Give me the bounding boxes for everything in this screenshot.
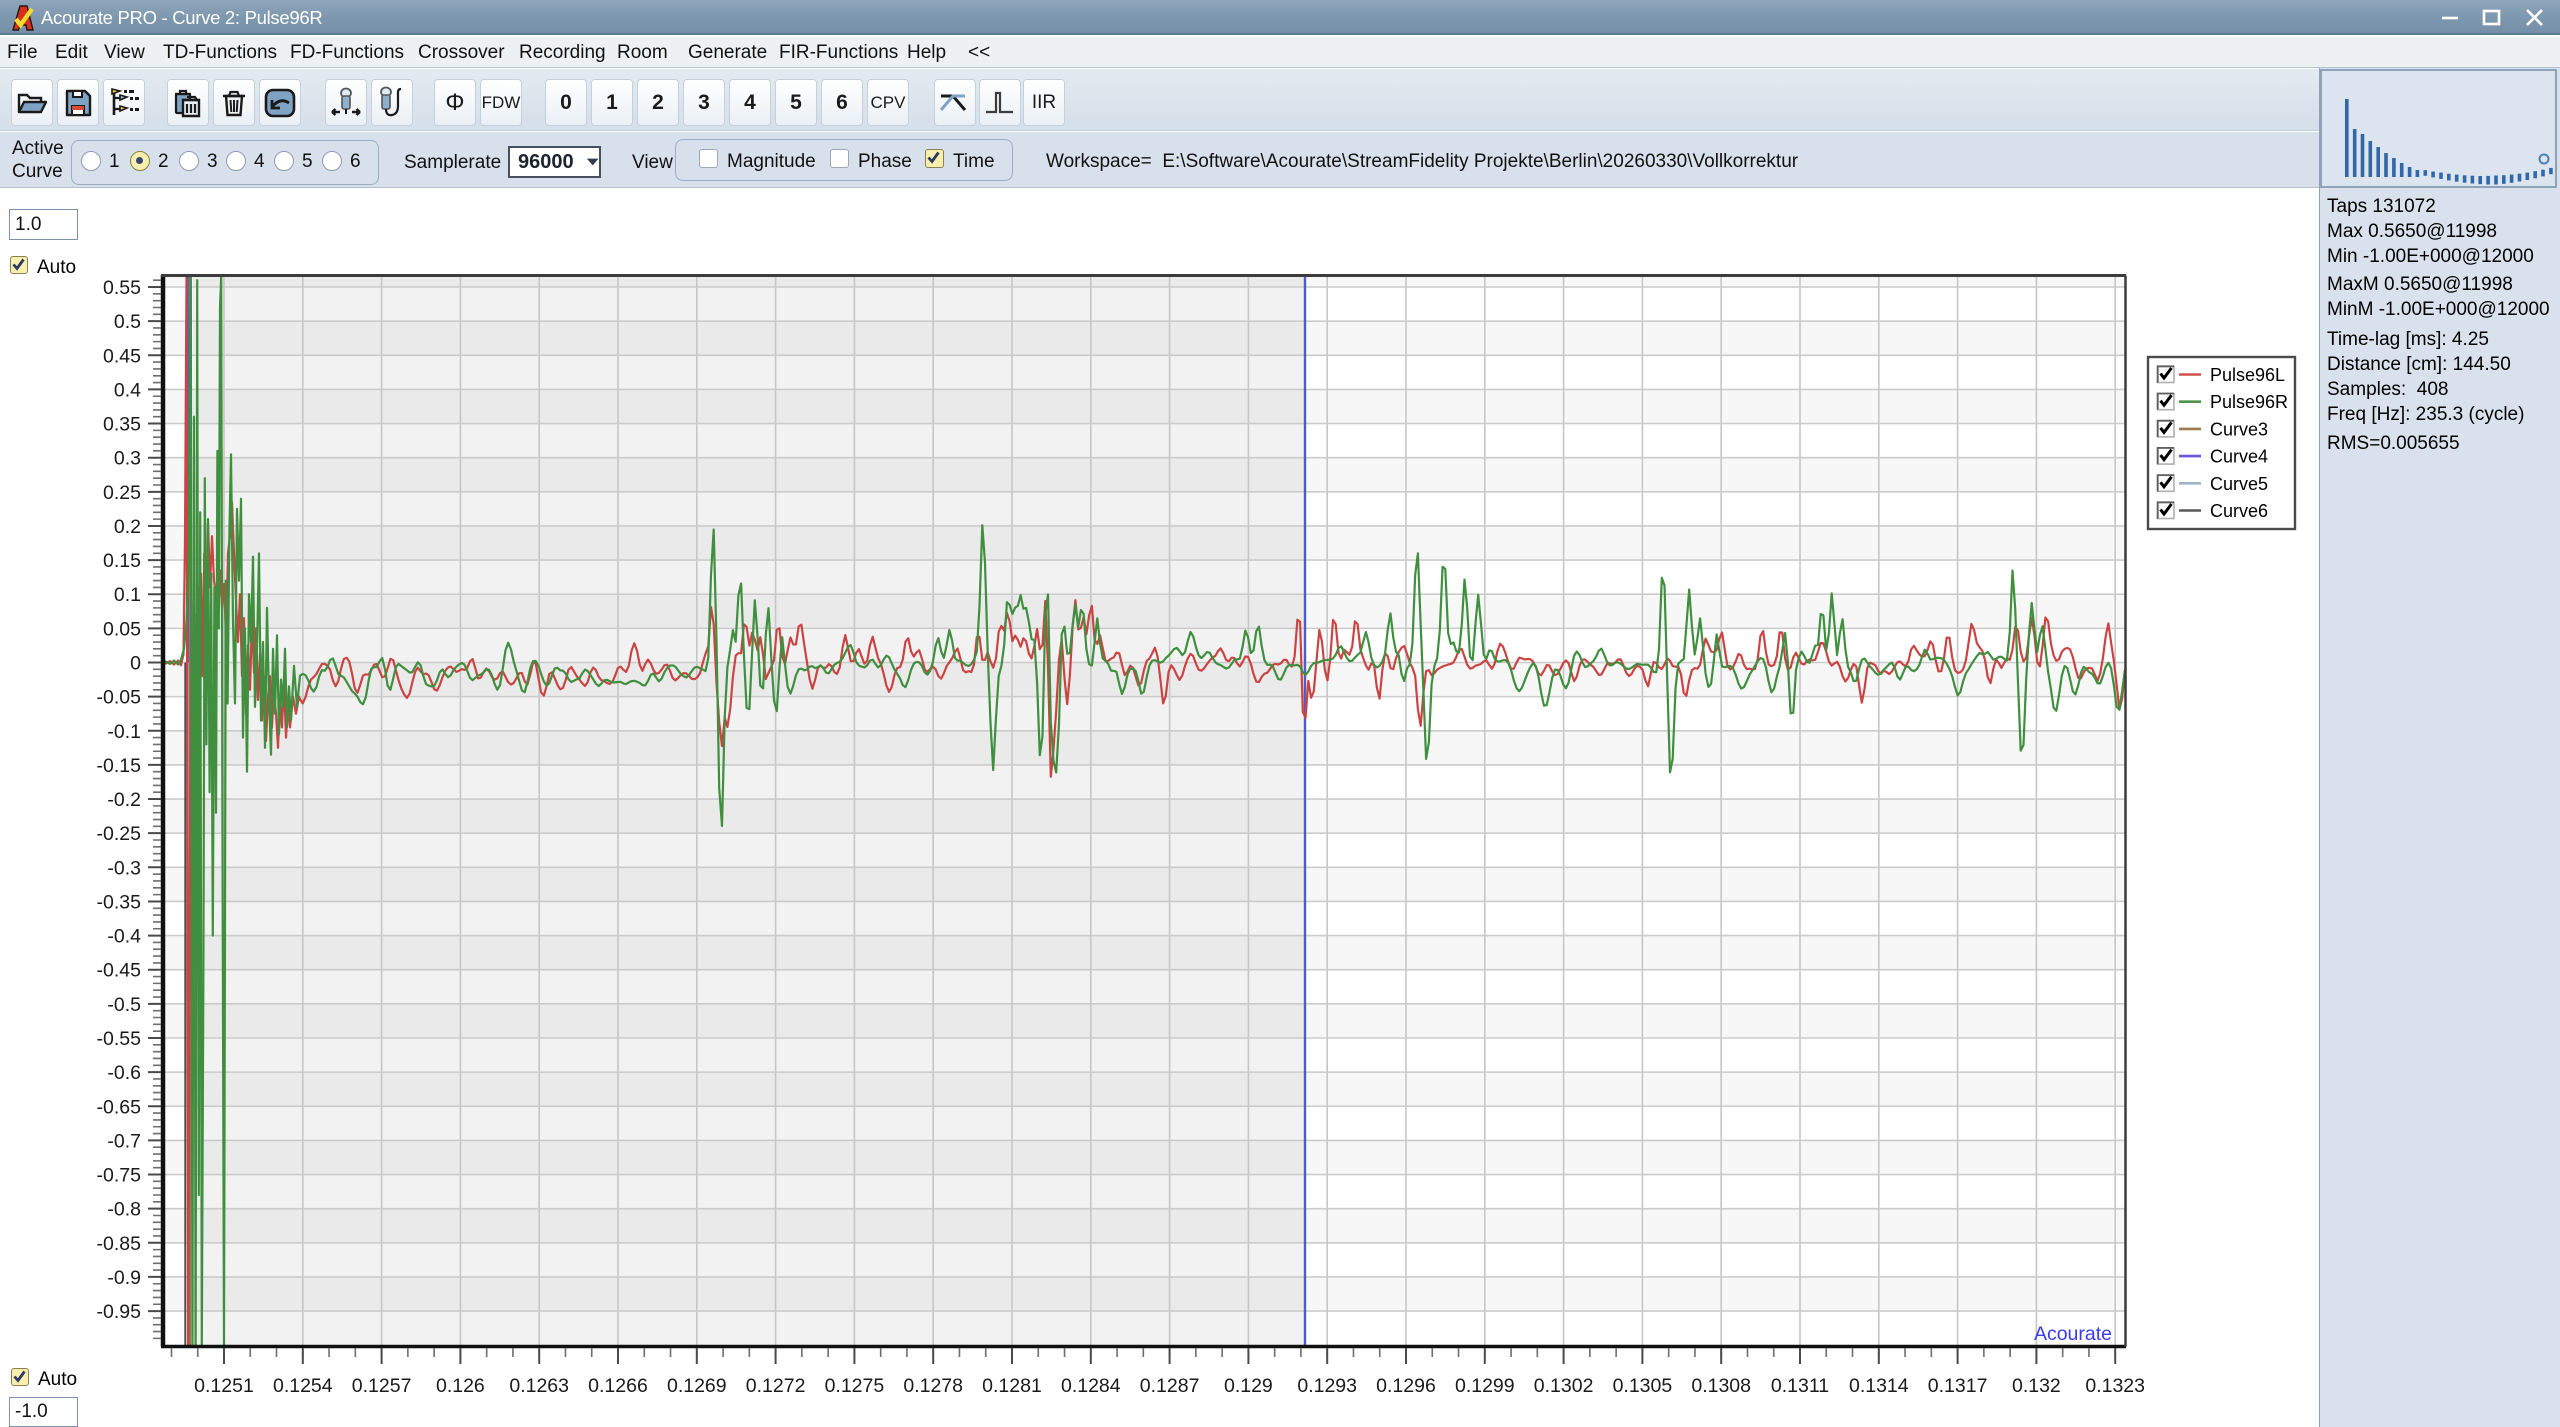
svg-text:0.55: 0.55	[103, 277, 141, 299]
svg-text:0: 0	[130, 653, 141, 675]
svg-text:0.1: 0.1	[114, 584, 141, 606]
svg-text:0.1296: 0.1296	[1376, 1375, 1436, 1397]
svg-text:0.1278: 0.1278	[903, 1375, 963, 1397]
svg-text:Acourate: Acourate	[2034, 1323, 2112, 1345]
svg-text:Pulse96L: Pulse96L	[2210, 365, 2285, 385]
svg-text:-0.9: -0.9	[107, 1267, 141, 1289]
svg-text:0.1299: 0.1299	[1455, 1375, 1515, 1397]
svg-text:-0.45: -0.45	[97, 960, 142, 982]
svg-text:0.1293: 0.1293	[1297, 1375, 1357, 1397]
svg-text:Curve4: Curve4	[2210, 447, 2268, 467]
svg-text:0.132: 0.132	[2012, 1375, 2061, 1397]
svg-text:Pulse96R: Pulse96R	[2210, 392, 2288, 412]
svg-text:-0.85: -0.85	[97, 1233, 142, 1255]
svg-text:0.1251: 0.1251	[194, 1375, 254, 1397]
svg-text:-0.6: -0.6	[107, 1062, 141, 1084]
svg-text:-0.7: -0.7	[107, 1130, 141, 1152]
svg-text:-0.65: -0.65	[97, 1096, 142, 1118]
svg-text:0.1269: 0.1269	[667, 1375, 727, 1397]
svg-text:0.25: 0.25	[103, 482, 141, 504]
svg-text:0.1257: 0.1257	[352, 1375, 412, 1397]
svg-text:-0.05: -0.05	[97, 687, 142, 709]
svg-text:-0.95: -0.95	[97, 1301, 142, 1323]
svg-text:0.1287: 0.1287	[1140, 1375, 1200, 1397]
svg-text:0.1317: 0.1317	[1928, 1375, 1988, 1397]
svg-text:0.1263: 0.1263	[509, 1375, 569, 1397]
svg-text:0.1266: 0.1266	[588, 1375, 648, 1397]
svg-text:-0.1: -0.1	[107, 721, 141, 743]
svg-text:0.1302: 0.1302	[1534, 1375, 1594, 1397]
svg-text:0.4: 0.4	[114, 379, 141, 401]
svg-text:-0.4: -0.4	[107, 926, 141, 948]
svg-text:0.129: 0.129	[1224, 1375, 1273, 1397]
svg-text:Curve3: Curve3	[2210, 419, 2268, 439]
svg-text:0.05: 0.05	[103, 618, 141, 640]
svg-text:-0.5: -0.5	[107, 994, 141, 1016]
svg-text:0.1275: 0.1275	[825, 1375, 885, 1397]
svg-text:0.45: 0.45	[103, 345, 141, 367]
svg-text:0.1272: 0.1272	[746, 1375, 806, 1397]
svg-text:-0.3: -0.3	[107, 857, 141, 879]
svg-text:-0.35: -0.35	[97, 891, 142, 913]
svg-text:0.1284: 0.1284	[1061, 1375, 1121, 1397]
svg-text:-0.75: -0.75	[97, 1165, 142, 1187]
svg-text:0.15: 0.15	[103, 550, 141, 572]
svg-text:0.1314: 0.1314	[1849, 1375, 1909, 1397]
svg-text:0.2: 0.2	[114, 516, 141, 538]
svg-text:-0.15: -0.15	[97, 755, 142, 777]
svg-text:-0.8: -0.8	[107, 1199, 141, 1221]
svg-text:0.1311: 0.1311	[1771, 1375, 1829, 1397]
svg-text:0.1281: 0.1281	[982, 1375, 1042, 1397]
svg-text:Curve5: Curve5	[2210, 474, 2268, 494]
svg-text:0.5: 0.5	[114, 311, 141, 333]
svg-text:0.3: 0.3	[114, 448, 141, 470]
svg-text:0.1323: 0.1323	[2085, 1375, 2145, 1397]
svg-text:-0.55: -0.55	[97, 1028, 142, 1050]
svg-text:-0.2: -0.2	[107, 789, 141, 811]
svg-text:0.35: 0.35	[103, 414, 141, 436]
svg-text:-0.25: -0.25	[97, 823, 142, 845]
svg-text:0.1308: 0.1308	[1691, 1375, 1751, 1397]
svg-text:0.1254: 0.1254	[273, 1375, 333, 1397]
svg-text:0.126: 0.126	[436, 1375, 485, 1397]
svg-text:0.1305: 0.1305	[1613, 1375, 1673, 1397]
svg-text:Curve6: Curve6	[2210, 501, 2268, 521]
